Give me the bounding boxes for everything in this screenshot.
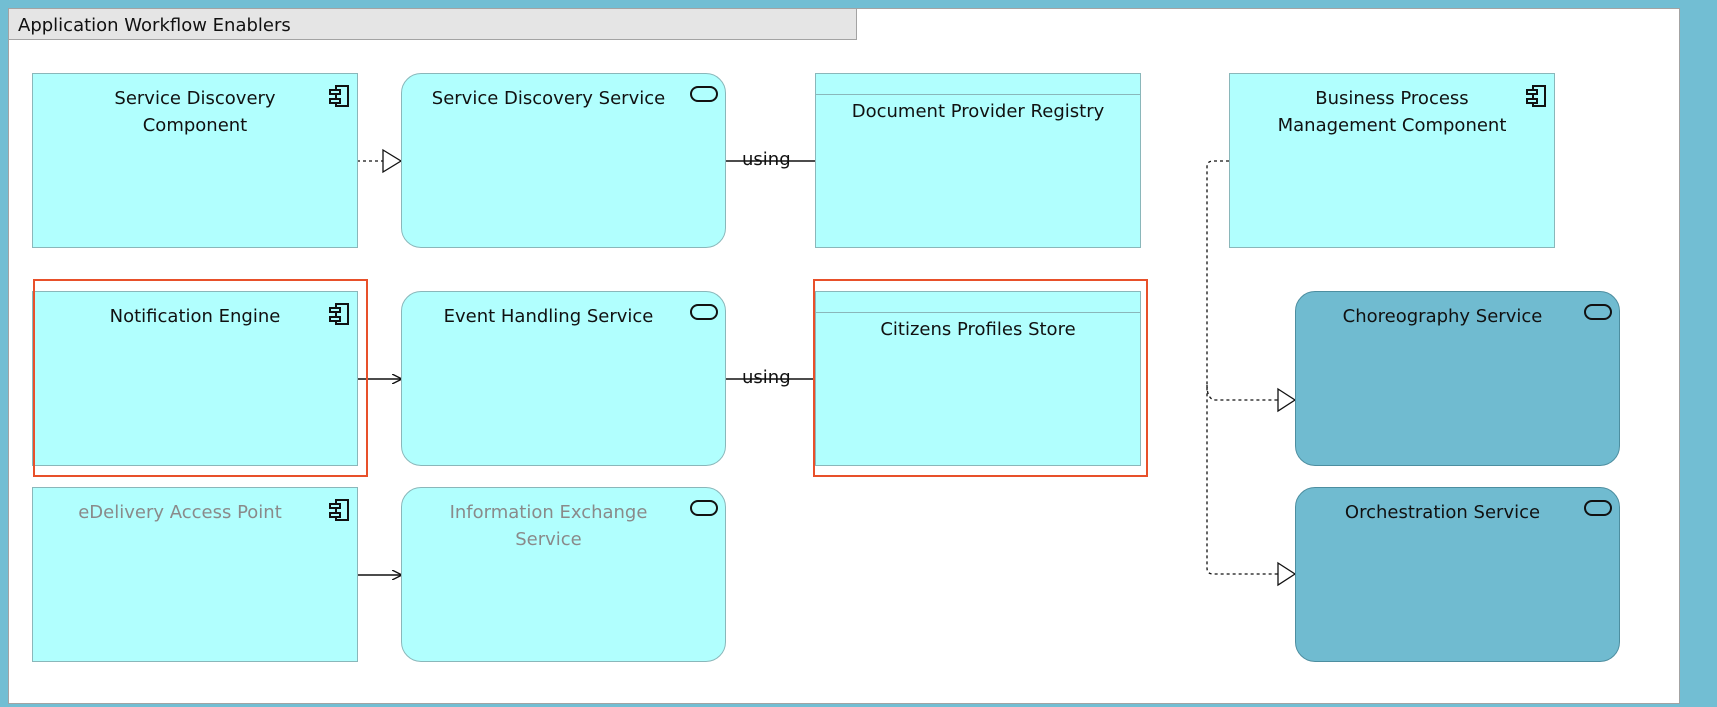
node-label: Orchestration Service [1344, 502, 1541, 523]
diagram-canvas[interactable]: Application Workflow Enablers using usin… [0, 0, 1717, 707]
node-information-exchange-service[interactable]: Information Exchange Service [401, 487, 726, 662]
using-label: using [742, 149, 791, 170]
node-service-discovery-component[interactable]: Service Discovery Component [32, 73, 358, 248]
application-service-icon [1584, 500, 1612, 516]
application-component-icon [329, 499, 349, 521]
node-label: Event Handling Service [443, 306, 654, 327]
realization-connector[interactable] [1206, 384, 1278, 401]
application-component-icon [1526, 85, 1546, 107]
node-label: Business Process Management Component [1277, 88, 1507, 136]
application-component-icon [329, 85, 349, 107]
data-object-header-line [816, 94, 1140, 96]
node-choreography-service[interactable]: Choreography Service [1295, 291, 1620, 466]
application-service-icon [690, 304, 718, 320]
application-service-icon [690, 500, 718, 516]
using-label: using [742, 367, 791, 388]
node-label: Document Provider Registry [851, 101, 1105, 122]
application-service-icon [1584, 304, 1612, 320]
node-event-handling-service[interactable]: Event Handling Service [401, 291, 726, 466]
selection-highlight [33, 279, 368, 477]
node-label: Service Discovery Service [431, 88, 666, 109]
node-orchestration-service[interactable]: Orchestration Service [1295, 487, 1620, 662]
realization-arrowhead [382, 148, 403, 174]
application-service-icon [690, 86, 718, 102]
node-bpm-component[interactable]: Business Process Management Component [1229, 73, 1555, 248]
selection-highlight [813, 279, 1148, 477]
node-label: Choreography Service [1342, 306, 1543, 327]
node-service-discovery-service[interactable]: Service Discovery Service [401, 73, 726, 248]
node-label: Service Discovery Component [114, 88, 276, 136]
node-document-provider-registry[interactable]: Document Provider Registry [815, 73, 1141, 248]
node-edelivery-access-point[interactable]: eDelivery Access Point [32, 487, 358, 662]
realization-arrowhead [1277, 387, 1297, 413]
node-label: Information Exchange Service [449, 502, 648, 550]
realization-arrowhead [1277, 561, 1297, 587]
node-label: eDelivery Access Point [78, 502, 282, 523]
